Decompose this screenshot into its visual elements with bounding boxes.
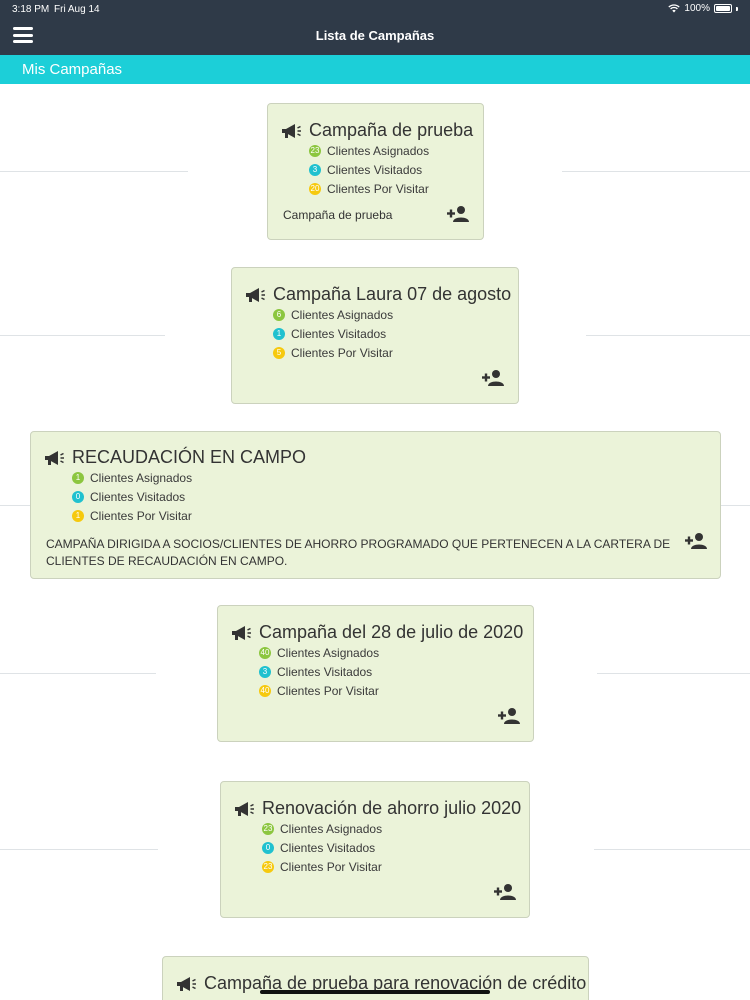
separator-line xyxy=(0,673,156,674)
pending-count-badge: 5 xyxy=(273,346,285,359)
campaign-card[interactable]: Campaña de prueba 23 Clientes Asignados 3… xyxy=(267,103,484,240)
campaign-title: RECAUDACIÓN EN CAMPO xyxy=(72,447,307,467)
assigned-count-badge: 23 xyxy=(309,145,321,158)
status-bar: 3:18 PM Fri Aug 14 100% xyxy=(0,0,750,18)
campaign-description: Campaña de prueba xyxy=(283,208,393,222)
megaphone-icon xyxy=(282,123,301,138)
campaign-stats: 40 Clientes Asignados 3 Clientes Visitados… xyxy=(259,644,379,700)
stat-visited: 3 Clientes Visitados xyxy=(259,663,379,682)
stat-label: Clientes Por Visitar xyxy=(280,859,382,874)
campaign-title: Campaña del 28 de julio de 2020 xyxy=(259,622,524,642)
stat-assigned: 1 Clientes Asignados xyxy=(72,469,192,488)
assigned-count-badge: 6 xyxy=(273,309,285,322)
campaign-stats: 6 Clientes Asignados 1 Clientes Visitados … xyxy=(273,306,393,362)
visited-count-badge: 3 xyxy=(309,164,321,177)
separator-line xyxy=(586,335,750,336)
assigned-count-badge: 1 xyxy=(72,472,84,485)
add-user-icon[interactable] xyxy=(498,707,522,725)
campaign-card[interactable]: Campaña Laura 07 de agosto 6 Clientes Asi… xyxy=(231,267,519,404)
stat-label: Clientes Asignados xyxy=(277,646,380,661)
add-user-icon[interactable] xyxy=(482,369,506,387)
status-time: 3:18 PM xyxy=(12,4,50,15)
status-right: 100% xyxy=(668,3,738,14)
stat-label: Clientes Por Visitar xyxy=(291,345,393,360)
navigation-bar: Lista de Campañas xyxy=(0,18,750,55)
wifi-icon xyxy=(668,4,681,13)
stat-pending: 23 Clientes Por Visitar xyxy=(262,857,382,876)
pending-count-badge: 40 xyxy=(259,684,271,697)
megaphone-icon xyxy=(45,450,64,465)
megaphone-icon xyxy=(232,625,251,640)
stat-pending: 20 Clientes Por Visitar xyxy=(309,179,429,198)
stat-assigned: 23 Clientes Asignados xyxy=(262,820,382,839)
battery-percent: 100% xyxy=(684,3,710,14)
stat-label: Clientes Visitados xyxy=(327,163,423,178)
stat-label: Clientes Visitados xyxy=(277,665,373,680)
separator-line xyxy=(0,171,188,172)
stat-label: Clientes Asignados xyxy=(280,822,383,837)
add-user-icon[interactable] xyxy=(447,205,471,223)
visited-count-badge: 3 xyxy=(259,666,271,679)
megaphone-icon xyxy=(235,801,254,816)
pending-count-badge: 1 xyxy=(72,509,84,522)
campaign-stats: 23 Clientes Asignados 3 Clientes Visitados… xyxy=(309,142,429,198)
pending-count-badge: 20 xyxy=(309,182,321,195)
stat-assigned: 6 Clientes Asignados xyxy=(273,306,393,325)
add-user-icon[interactable] xyxy=(494,883,518,901)
separator-line xyxy=(0,849,158,850)
stat-label: Clientes Por Visitar xyxy=(90,508,192,523)
stat-label: Clientes Asignados xyxy=(327,144,430,159)
campaign-description: CAMPAÑA DIRIGIDA A SOCIOS/CLIENTES DE AH… xyxy=(46,537,671,568)
campaign-card[interactable]: Renovación de ahorro julio 2020 23 Client… xyxy=(220,781,530,918)
stat-pending: 5 Clientes Por Visitar xyxy=(273,343,393,362)
campaign-stats: 1 Clientes Asignados 0 Clientes Visitados … xyxy=(72,469,192,525)
stat-assigned: 23 Clientes Asignados xyxy=(309,142,429,161)
add-user-icon[interactable] xyxy=(685,532,709,550)
visited-count-badge: 0 xyxy=(262,842,274,855)
campaign-card[interactable]: RECAUDACIÓN EN CAMPO 1 Clientes Asignados… xyxy=(30,431,721,579)
campaign-title: Campaña Laura 07 de agosto xyxy=(273,284,512,304)
stat-label: Clientes Por Visitar xyxy=(277,683,379,698)
page-title: Lista de Campañas xyxy=(315,28,435,43)
stat-label: Clientes Asignados xyxy=(90,471,193,486)
pending-count-badge: 23 xyxy=(262,860,274,873)
stat-visited: 1 Clientes Visitados xyxy=(273,325,393,344)
megaphone-icon xyxy=(246,287,265,302)
campaign-title: Renovación de ahorro julio 2020 xyxy=(262,798,522,818)
stat-label: Clientes Asignados xyxy=(291,308,394,323)
stat-visited: 3 Clientes Visitados xyxy=(309,161,429,180)
megaphone-icon xyxy=(177,976,196,991)
separator-line xyxy=(597,673,750,674)
stat-label: Clientes Por Visitar xyxy=(327,181,429,196)
stat-label: Clientes Visitados xyxy=(280,841,376,856)
separator-line xyxy=(720,505,750,506)
visited-count-badge: 0 xyxy=(72,491,84,504)
campaign-card[interactable]: Campaña del 28 de julio de 2020 40 Client… xyxy=(217,605,534,742)
stat-label: Clientes Visitados xyxy=(291,327,387,342)
assigned-count-badge: 40 xyxy=(259,647,271,660)
campaign-title: Campaña de prueba xyxy=(309,120,474,140)
separator-line xyxy=(594,849,750,850)
battery-tip xyxy=(736,6,738,11)
separator-line xyxy=(562,171,750,172)
battery-icon xyxy=(714,4,732,13)
home-indicator[interactable] xyxy=(260,990,490,994)
stat-visited: 0 Clientes Visitados xyxy=(72,488,192,507)
stat-visited: 0 Clientes Visitados xyxy=(262,839,382,858)
separator-line xyxy=(0,335,165,336)
section-title: Mis Campañas xyxy=(22,61,123,78)
campaign-stats: 23 Clientes Asignados 0 Clientes Visitados… xyxy=(262,820,382,876)
status-date: Fri Aug 14 xyxy=(54,4,100,15)
stat-pending: 1 Clientes Por Visitar xyxy=(72,506,192,525)
visited-count-badge: 1 xyxy=(273,328,285,341)
stat-assigned: 40 Clientes Asignados xyxy=(259,644,379,663)
section-header: Mis Campañas xyxy=(0,55,750,84)
stat-label: Clientes Visitados xyxy=(90,490,186,505)
assigned-count-badge: 23 xyxy=(262,823,274,836)
stat-pending: 40 Clientes Por Visitar xyxy=(259,681,379,700)
separator-line xyxy=(0,505,31,506)
